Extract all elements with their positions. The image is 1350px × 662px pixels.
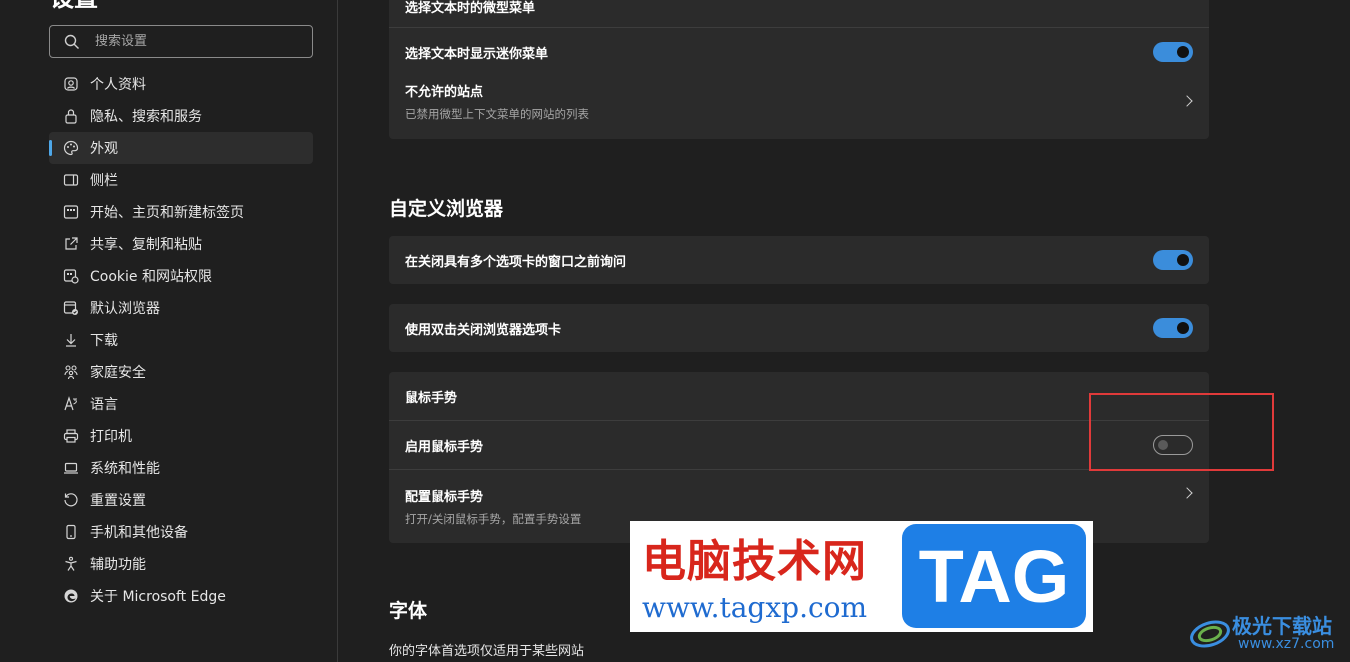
sidebar-item-label: 家庭安全 <box>90 365 146 381</box>
swirl-logo-icon <box>1190 620 1230 648</box>
laptop-icon <box>62 459 80 477</box>
sidebar-item-about[interactable]: 关于 Microsoft Edge <box>49 580 313 612</box>
search-input[interactable] <box>95 34 295 49</box>
sidebar-item-printers[interactable]: 打印机 <box>49 420 313 452</box>
enable-mouse-gesture-row[interactable]: 启用鼠标手势 <box>389 421 1209 469</box>
sidebar-item-label: 系统和性能 <box>90 461 160 477</box>
mini-menu-card: 选择文本时的微型菜单 选择文本时显示迷你菜单 不允许的站点 已禁用微型上下文菜单… <box>389 0 1209 139</box>
mini-menu-header: 选择文本时的微型菜单 <box>405 1 536 16</box>
double-click-close-card: 使用双击关闭浏览器选项卡 <box>389 304 1209 352</box>
ask-before-close-toggle[interactable] <box>1153 250 1193 270</box>
sidebar-item-label: 隐私、搜索和服务 <box>90 109 202 125</box>
sidebar-item-label: 下载 <box>90 333 118 349</box>
sidebar-title: 设置 <box>50 0 98 10</box>
sidebar-item-privacy[interactable]: 隐私、搜索和服务 <box>49 100 313 132</box>
sidebar-item-reset[interactable]: 重置设置 <box>49 484 313 516</box>
sidebar-item-label: 手机和其他设备 <box>90 525 188 541</box>
mouse-gesture-header: 鼠标手势 <box>405 390 458 406</box>
sidebar-item-label: Cookie 和网站权限 <box>90 269 212 285</box>
sidebar-item-sidebar[interactable]: 侧栏 <box>49 164 313 196</box>
sidebar-item-label: 关于 Microsoft Edge <box>90 589 226 605</box>
phone-icon <box>62 523 80 541</box>
palette-icon <box>62 139 80 157</box>
site-logo-watermark: 极光下载站 www.xz7.com <box>1188 606 1348 660</box>
mini-menu-toggle-row[interactable]: 选择文本时显示迷你菜单 <box>389 28 1209 76</box>
site-logo-cn: 极光下载站 <box>1232 614 1332 638</box>
sidebar-item-cookies[interactable]: Cookie 和网站权限 <box>49 260 313 292</box>
ask-before-close-label: 在关闭具有多个选项卡的窗口之前询问 <box>405 254 627 270</box>
configure-mouse-gesture-label: 配置鼠标手势 <box>405 490 484 505</box>
blocked-sites-row[interactable]: 不允许的站点 已禁用微型上下文菜单的网站的列表 <box>389 76 1209 139</box>
settings-sidebar: 设置 个人资料 隐私、搜索和服务 外观 侧栏 开始、主页和新建标签页 <box>0 0 338 662</box>
sidebar-item-label: 外观 <box>90 141 118 157</box>
sidebar-item-accessibility[interactable]: 辅助功能 <box>49 548 313 580</box>
search-icon <box>64 34 79 49</box>
sidebar-item-downloads[interactable]: 下载 <box>49 324 313 356</box>
sidebar-item-phone[interactable]: 手机和其他设备 <box>49 516 313 548</box>
settings-nav: 个人资料 隐私、搜索和服务 外观 侧栏 开始、主页和新建标签页 共享、复制和粘贴… <box>49 68 313 612</box>
chevron-right-icon <box>1181 487 1193 500</box>
browser-icon <box>62 299 80 317</box>
mini-menu-label: 选择文本时显示迷你菜单 <box>405 46 549 62</box>
customize-browser-title: 自定义浏览器 <box>389 198 504 220</box>
reset-icon <box>62 491 80 509</box>
annotation-highlight-box <box>1089 393 1274 471</box>
sidebar-item-start-home[interactable]: 开始、主页和新建标签页 <box>49 196 313 228</box>
sidebar-item-system[interactable]: 系统和性能 <box>49 452 313 484</box>
printer-icon <box>62 427 80 445</box>
sidebar-item-label: 辅助功能 <box>90 557 146 573</box>
mouse-gesture-header-row: 鼠标手势 <box>389 372 1209 420</box>
ask-before-close-card: 在关闭具有多个选项卡的窗口之前询问 <box>389 236 1209 284</box>
mouse-gesture-card: 鼠标手势 启用鼠标手势 配置鼠标手势 打开/关闭鼠标手势，配置手势设置 <box>389 372 1209 543</box>
sidebar-item-languages[interactable]: 语言 <box>49 388 313 420</box>
double-click-close-row[interactable]: 使用双击关闭浏览器选项卡 <box>389 304 1209 352</box>
blocked-sites-desc: 已禁用微型上下文菜单的网站的列表 <box>405 107 589 121</box>
sidebar-item-share[interactable]: 共享、复制和粘贴 <box>49 228 313 260</box>
language-icon <box>62 395 80 413</box>
sidebar-item-family[interactable]: 家庭安全 <box>49 356 313 388</box>
sidebar-item-appearance[interactable]: 外观 <box>49 132 313 164</box>
home-grid-icon <box>62 203 80 221</box>
mini-menu-toggle[interactable] <box>1153 42 1193 62</box>
site-logo-url: www.xz7.com <box>1238 636 1335 652</box>
accessibility-icon <box>62 555 80 573</box>
family-icon <box>62 363 80 381</box>
sidebar-icon <box>62 171 80 189</box>
profile-icon <box>62 75 80 93</box>
sidebar-item-label: 侧栏 <box>90 173 118 189</box>
sidebar-item-default-browser[interactable]: 默认浏览器 <box>49 292 313 324</box>
download-icon <box>62 331 80 349</box>
sidebar-item-label: 默认浏览器 <box>90 301 160 317</box>
sidebar-item-label: 个人资料 <box>90 77 146 93</box>
lock-icon <box>62 107 80 125</box>
watermark-tag-logo: TAG <box>902 524 1086 628</box>
sidebar-item-profile[interactable]: 个人资料 <box>49 68 313 100</box>
enable-mouse-gesture-label: 启用鼠标手势 <box>405 439 484 455</box>
sidebar-item-label: 共享、复制和粘贴 <box>90 237 202 253</box>
configure-mouse-gesture-desc: 打开/关闭鼠标手势，配置手势设置 <box>405 512 582 526</box>
ask-before-close-row[interactable]: 在关闭具有多个选项卡的窗口之前询问 <box>389 236 1209 284</box>
search-box[interactable] <box>49 25 313 58</box>
sidebar-item-label: 开始、主页和新建标签页 <box>90 205 244 221</box>
cookie-icon <box>62 267 80 285</box>
double-click-close-toggle[interactable] <box>1153 318 1193 338</box>
watermark-banner: 电脑技术网 www.tagxp.com TAG <box>630 521 1093 632</box>
sidebar-item-label: 重置设置 <box>90 493 146 509</box>
watermark-cn-text: 电脑技术网 <box>642 536 867 587</box>
sidebar-item-label: 语言 <box>90 397 118 413</box>
share-icon <box>62 235 80 253</box>
sidebar-item-label: 打印机 <box>90 429 132 445</box>
chevron-right-icon <box>1181 95 1193 107</box>
mini-menu-header-row: 选择文本时的微型菜单 <box>389 0 1209 27</box>
blocked-sites-label: 不允许的站点 <box>405 85 484 100</box>
double-click-close-label: 使用双击关闭浏览器选项卡 <box>405 322 562 338</box>
watermark-url: www.tagxp.com <box>642 591 868 624</box>
font-section-desc: 你的字体首选项仅适用于某些网站 <box>389 644 585 659</box>
font-section-title: 字体 <box>389 600 428 622</box>
edge-icon <box>62 587 80 605</box>
